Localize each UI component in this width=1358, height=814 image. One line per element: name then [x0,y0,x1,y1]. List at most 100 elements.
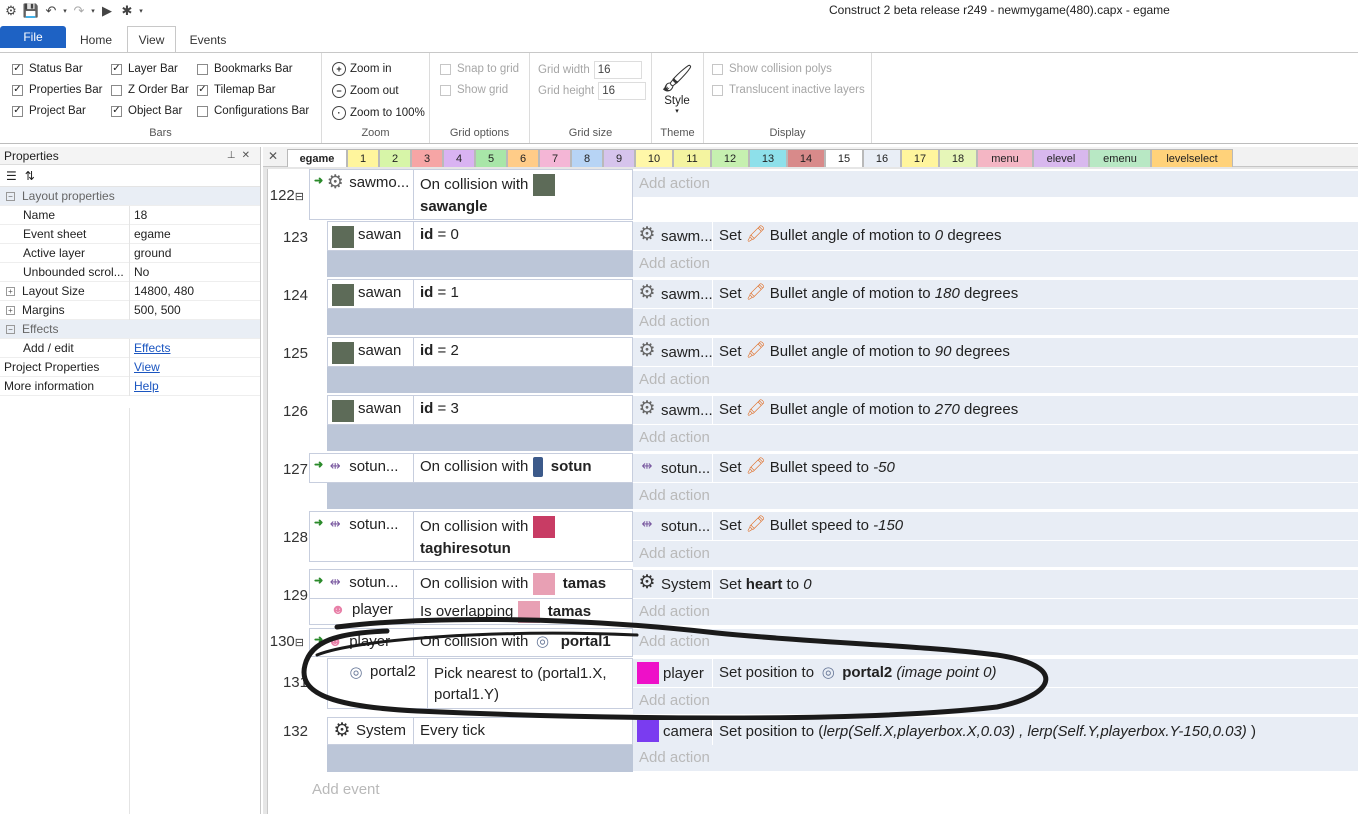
sheet-tab-12[interactable]: 12 [711,149,749,167]
sheet-tab-levelselect[interactable]: levelselect [1151,149,1233,167]
sheet-tab-emenu[interactable]: emenu [1089,149,1151,167]
action-row[interactable]: ⚙ sawm... Set 🖍 Bullet angle of motion to 2… [633,396,1358,424]
redo-icon[interactable]: ↷ [70,2,88,20]
configurations-bar-checkbox[interactable]: Configurations Bar [197,105,309,117]
add-action-button[interactable]: Add action [633,688,1358,714]
tab-file[interactable]: File [0,26,66,48]
add-action-button[interactable]: Add action [633,599,1358,625]
add-action-button[interactable]: Add action [633,309,1358,335]
action-row[interactable]: ⚙ System Set heart to 0 [633,570,1358,598]
add-action-button[interactable]: Add action [633,541,1358,567]
add-event-button[interactable]: Add event [312,781,380,798]
undo-icon[interactable]: ↶ [42,2,60,20]
sheet-tab-egame[interactable]: egame [287,149,347,167]
add-action-button[interactable]: Add action [633,745,1358,771]
sheet-tab-6[interactable]: 6 [507,149,539,167]
action-row[interactable]: ⇹ sotun... Set 🖍 Bullet speed to -50 [633,454,1358,482]
sheet-tab-15[interactable]: 15 [825,149,863,167]
save-icon[interactable]: 💾 [22,2,40,20]
condition-block[interactable]: ⚙ System Every tick [327,717,633,745]
sheet-tab-elevel[interactable]: elevel [1033,149,1089,167]
sheet-tab-11[interactable]: 11 [673,149,711,167]
style-button[interactable]: 🖌 Style ▾ [660,63,694,115]
sheet-tab-3[interactable]: 3 [411,149,443,167]
app-gear-icon[interactable]: ⚙ [2,2,20,20]
expand-icon[interactable]: + [6,286,15,296]
condition-block[interactable]: sawan id = 0 [327,221,633,251]
tab-view[interactable]: View [127,26,176,53]
add-action-button[interactable]: Add action [633,425,1358,451]
prop-row-event-sheet[interactable]: Event sheet egame [0,224,260,244]
close-sheet-icon[interactable]: ✕ [268,149,278,163]
action-row[interactable]: ⚙ sawm... Set 🖍 Bullet angle of motion to 9… [633,338,1358,366]
condition-block[interactable]: ➜ ⚙ sawmo... On collision with sawangle [309,169,633,220]
prop-row-add-edit-effects[interactable]: Add / edit Effects [0,338,260,358]
category-effects[interactable]: − Effects [0,320,260,339]
debug-bug-icon[interactable]: ✱ [118,2,136,20]
prop-row-margins[interactable]: + Margins 500, 500 [0,300,260,320]
add-action-button[interactable]: Add action [633,483,1358,509]
pin-icon[interactable]: ⊥ [227,150,242,161]
prop-row-project-properties[interactable]: Project Properties View [0,357,260,377]
add-action-button[interactable]: Add action [633,367,1358,393]
condition-block[interactable]: ➜ ☻ player On collision with ◎ portal1 [309,628,633,657]
status-bar-checkbox[interactable]: ✓ Status Bar [12,63,83,75]
action-row[interactable]: ⚙ sawm... Set 🖍 Bullet angle of motion to 0… [633,222,1358,250]
tab-home[interactable]: Home [70,28,122,52]
condition-block[interactable]: ➜ ⇹ sotun... On collision with sotun [309,453,633,483]
sheet-tab-10[interactable]: 10 [635,149,673,167]
sheet-tab-2[interactable]: 2 [379,149,411,167]
zoom-100-button[interactable]: · Zoom to 100% [332,106,425,120]
expand-icon[interactable]: + [6,305,15,315]
dropdown-arrow-icon[interactable]: ▾ [62,2,68,20]
sheet-tab-14[interactable]: 14 [787,149,825,167]
sheet-tab-4[interactable]: 4 [443,149,475,167]
view-link[interactable]: View [130,360,160,374]
action-row[interactable]: ⇹ sotun... Set 🖍 Bullet speed to -150 [633,512,1358,540]
effects-link[interactable]: Effects [130,341,170,355]
action-row[interactable]: camera Set position to (lerp(Self.X,playe… [633,717,1358,745]
prop-row-name[interactable]: Name 18 [0,205,260,225]
show-collision-polys-checkbox[interactable]: Show collision polys [712,63,832,75]
prop-row-more-information[interactable]: More information Help [0,376,260,396]
sheet-tab-13[interactable]: 13 [749,149,787,167]
project-bar-checkbox[interactable]: ✓ Project Bar [12,105,86,117]
action-row[interactable]: ⚙ sawm... Set 🖍 Bullet angle of motion to 1… [633,280,1358,308]
collapse-icon[interactable]: ⊟ [295,637,304,649]
condition-block[interactable]: ➜ ⇹ sotun... On collision with taghiresotu… [309,511,633,562]
sheet-tab-1[interactable]: 1 [347,149,379,167]
prop-row-active-layer[interactable]: Active layer ground [0,243,260,263]
sort-alphabetical-icon[interactable]: ⇅ [25,169,35,183]
sheet-tab-16[interactable]: 16 [863,149,901,167]
sheet-tab-menu[interactable]: menu [977,149,1033,167]
add-action-button[interactable]: Add action [633,171,1358,197]
condition-block-2[interactable]: ☻ player Is overlapping tamas [309,599,633,625]
category-layout-properties[interactable]: − Layout properties [0,187,260,206]
add-action-button[interactable]: Add action [633,629,1358,655]
object-bar-checkbox[interactable]: ✓ Object Bar [111,105,182,117]
run-preview-icon[interactable]: ▶ [98,2,116,20]
snap-to-grid-checkbox[interactable]: Snap to grid [440,63,519,75]
sheet-tab-7[interactable]: 7 [539,149,571,167]
condition-block[interactable]: ➜ ⇹ sotun... On collision with tamas [309,569,633,599]
sheet-tab-9[interactable]: 9 [603,149,635,167]
collapse-icon[interactable]: − [6,324,15,334]
grid-height-input[interactable]: 16 [598,82,647,100]
z-order-bar-checkbox[interactable]: Z Order Bar [111,84,189,96]
customize-qat-icon[interactable]: ▾ [138,2,144,20]
add-action-button[interactable]: Add action [633,251,1358,277]
show-grid-checkbox[interactable]: Show grid [440,84,508,96]
categorized-icon[interactable]: ☰ [6,169,17,183]
sheet-tab-8[interactable]: 8 [571,149,603,167]
condition-block[interactable]: ◎ portal2 Pick nearest to (portal1.X, port… [327,658,633,709]
collapse-icon[interactable]: − [6,191,15,201]
condition-block[interactable]: sawan id = 2 [327,337,633,367]
zoom-out-button[interactable]: − Zoom out [332,84,399,98]
tilemap-bar-checkbox[interactable]: ✓ Tilemap Bar [197,84,276,96]
properties-bar-checkbox[interactable]: ✓ Properties Bar [12,84,103,96]
action-row[interactable]: player Set position to ◎ portal2 (image po… [633,659,1358,687]
grid-width-input[interactable]: 16 [593,61,642,79]
condition-block[interactable]: sawan id = 3 [327,395,633,425]
condition-block[interactable]: sawan id = 1 [327,279,633,309]
collapse-icon[interactable]: ⊟ [295,191,304,203]
